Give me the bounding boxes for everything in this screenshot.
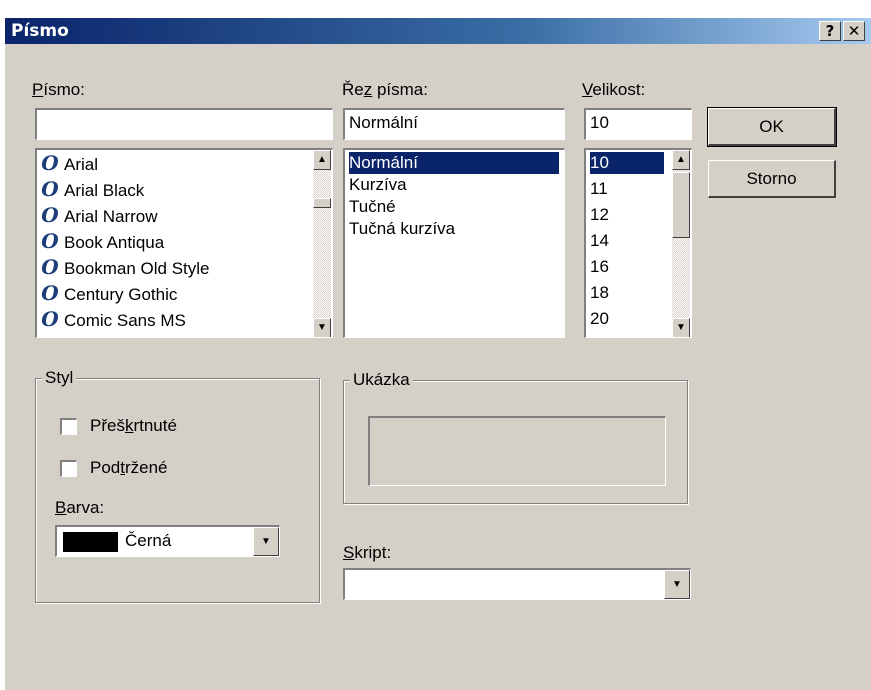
- font-list-item-label: Arial: [64, 155, 99, 174]
- font-list-item[interactable]: O Book Antiqua: [40, 230, 164, 252]
- font-dialog: Písmo ? ✕ Písmo: O Arial O Arial Black O Aria…: [5, 18, 871, 690]
- scroll-thumb[interactable]: [313, 198, 331, 208]
- font-list-scrollbar[interactable]: ▲ ▼: [313, 150, 331, 337]
- size-list-item[interactable]: 20: [590, 308, 664, 330]
- font-list-item-label: Arial Black: [64, 181, 145, 200]
- truetype-font-icon: O: [41, 281, 59, 305]
- help-button[interactable]: ?: [819, 21, 841, 41]
- font-style-input[interactable]: Normální: [343, 108, 565, 140]
- truetype-font-icon: O: [41, 203, 59, 227]
- font-style-list-item[interactable]: Tučná kurzíva: [349, 218, 559, 240]
- color-value: Černá: [125, 531, 172, 550]
- font-name-input[interactable]: [35, 108, 333, 140]
- size-list-item[interactable]: 12: [590, 204, 664, 226]
- font-style-label: Řez písma:: [342, 80, 428, 99]
- scroll-thumb[interactable]: [672, 172, 690, 238]
- font-style-list-item[interactable]: Tučné: [349, 196, 559, 218]
- scroll-down-arrow-icon[interactable]: ▼: [672, 318, 690, 337]
- size-list-item[interactable]: 11: [590, 178, 664, 200]
- truetype-font-icon: O: [41, 307, 59, 331]
- font-list-item-label: Century Gothic: [64, 285, 178, 304]
- scroll-up-arrow-icon[interactable]: ▲: [313, 150, 331, 170]
- size-list-item[interactable]: 10: [590, 152, 664, 174]
- scroll-down-arrow-icon[interactable]: ▼: [313, 318, 331, 337]
- effects-group-title: Styl: [42, 368, 77, 388]
- font-style-list[interactable]: Normální Kurzíva Tučné Tučná kurzíva: [343, 148, 565, 338]
- font-list-item[interactable]: O Arial: [40, 152, 98, 174]
- font-list-item-label: Book Antiqua: [64, 233, 165, 252]
- font-list-item[interactable]: O Century Gothic: [40, 282, 177, 304]
- ok-button[interactable]: OK: [707, 107, 837, 147]
- color-swatch: [63, 532, 118, 552]
- size-list-scrollbar[interactable]: ▲ ▼: [672, 150, 690, 337]
- truetype-font-icon: O: [41, 229, 59, 253]
- close-button[interactable]: ✕: [843, 21, 865, 41]
- sample-group-title: Ukázka: [350, 370, 413, 390]
- strikeout-label[interactable]: Přeškrtnuté: [90, 416, 177, 436]
- font-style-list-item[interactable]: Normální: [349, 152, 559, 174]
- font-list-item-label: Arial Narrow: [64, 207, 158, 226]
- truetype-font-icon: O: [41, 255, 59, 279]
- script-label: Skript:: [343, 543, 392, 562]
- font-list-item[interactable]: O Bookman Old Style: [40, 255, 210, 279]
- strikeout-checkbox[interactable]: [60, 418, 77, 435]
- font-list-item[interactable]: O Comic Sans MS: [40, 308, 186, 330]
- cancel-button[interactable]: Storno: [708, 160, 836, 198]
- script-select[interactable]: ▼: [343, 568, 691, 600]
- size-label: Velikost:: [582, 80, 646, 99]
- font-list-item[interactable]: O Arial Narrow: [40, 203, 158, 227]
- truetype-font-icon: O: [41, 177, 59, 201]
- color-select[interactable]: Černá ▼: [55, 525, 280, 557]
- dropdown-arrow-icon[interactable]: ▼: [253, 527, 279, 556]
- truetype-font-icon: O: [41, 151, 59, 175]
- color-label: Barva:: [55, 498, 105, 517]
- size-list-item[interactable]: 18: [590, 282, 664, 304]
- title-bar[interactable]: Písmo ? ✕: [5, 18, 871, 44]
- size-input[interactable]: 10: [584, 108, 692, 140]
- dropdown-arrow-icon[interactable]: ▼: [664, 570, 690, 599]
- font-list[interactable]: O Arial O Arial Black O Arial Narrow O Book Ant…: [35, 148, 333, 338]
- sample-preview: [368, 416, 666, 486]
- font-list-item-label: Bookman Old Style: [64, 259, 210, 278]
- size-list[interactable]: 10 11 12 14 16 18 20 ▲ ▼: [584, 148, 692, 338]
- font-list-item[interactable]: O Arial Black: [40, 178, 144, 200]
- underline-label[interactable]: Podtržené: [90, 458, 168, 478]
- font-list-item-label: Comic Sans MS: [64, 311, 186, 330]
- scroll-up-arrow-icon[interactable]: ▲: [672, 150, 690, 170]
- font-label: Písmo:: [32, 80, 85, 99]
- size-list-item[interactable]: 14: [590, 230, 664, 252]
- window-title: Písmo: [11, 21, 69, 41]
- size-list-item[interactable]: 16: [590, 256, 664, 278]
- font-style-list-item[interactable]: Kurzíva: [349, 174, 559, 196]
- underline-checkbox[interactable]: [60, 460, 77, 477]
- effects-group: Styl: [35, 368, 320, 603]
